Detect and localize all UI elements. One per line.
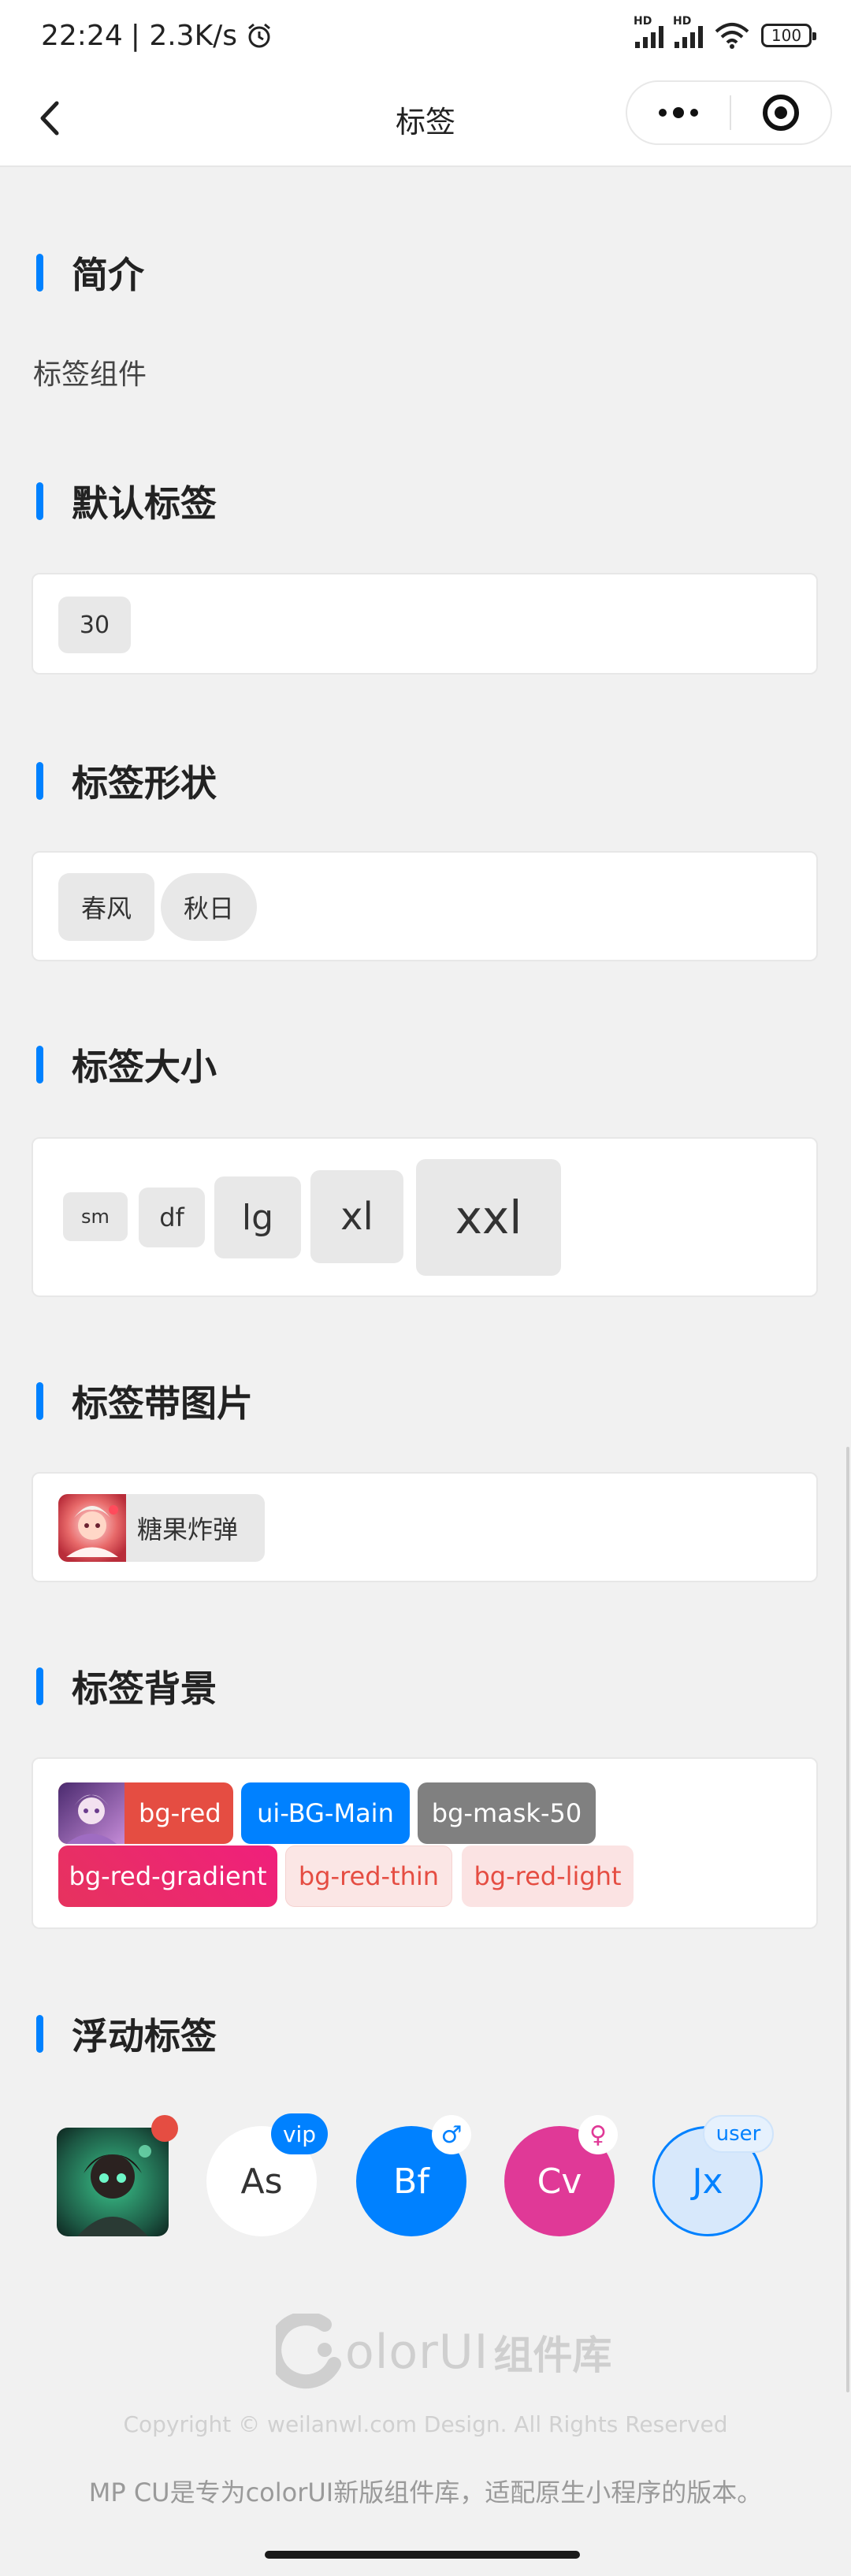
status-left: 22:24 | 2.3K/s bbox=[41, 20, 273, 52]
female-icon: ♀ bbox=[578, 2115, 618, 2154]
section-title-text: 标签带图片 bbox=[72, 1382, 253, 1425]
default-tag[interactable]: 30 bbox=[58, 597, 131, 653]
tag-bg-main[interactable]: ui-BG-Main bbox=[241, 1782, 410, 1844]
avatar-initials: Bf bbox=[393, 2161, 429, 2202]
nav-bar: 标签 bbox=[0, 71, 851, 167]
title-accent-bar bbox=[36, 762, 43, 800]
section-title-size: 标签大小 bbox=[36, 1041, 217, 1088]
section-title-float: 浮动标签 bbox=[36, 2010, 217, 2057]
battery-icon: 100 bbox=[761, 24, 816, 47]
section-title-text: 浮动标签 bbox=[72, 2015, 217, 2057]
alarm-icon bbox=[248, 23, 271, 48]
section-title-image: 标签带图片 bbox=[36, 1377, 253, 1425]
tag-size-df[interactable]: df bbox=[139, 1188, 205, 1247]
tag-size-xxl[interactable]: xxl bbox=[416, 1159, 561, 1276]
section-title-text: 简介 bbox=[72, 254, 144, 296]
wifi-icon bbox=[715, 23, 749, 49]
section-title-background: 标签背景 bbox=[36, 1663, 217, 1710]
title-accent-bar bbox=[36, 1667, 43, 1705]
logo-text-cn: 组件库 bbox=[493, 2333, 612, 2378]
logo-text: olorUI bbox=[345, 2325, 489, 2380]
avatar-initials: As bbox=[240, 2161, 283, 2202]
section-title-intro: 简介 bbox=[36, 249, 144, 296]
image-tag-label: 糖果炸弹 bbox=[137, 1515, 239, 1544]
background-tag-card: bg-red ui-BG-Main bg-mask-50 bg-red-grad… bbox=[32, 1757, 818, 1929]
intro-text: 标签组件 bbox=[33, 359, 147, 391]
section-title-shape: 标签形状 bbox=[36, 757, 217, 805]
status-time: 22:24 bbox=[41, 19, 123, 52]
colorui-logo: olorUI 组件库 bbox=[276, 2314, 611, 2391]
tag-bg-red-thin[interactable]: bg-red-thin bbox=[285, 1846, 452, 1907]
title-accent-bar bbox=[36, 254, 43, 292]
home-indicator[interactable] bbox=[265, 2551, 580, 2559]
status-bar: 22:24 | 2.3K/s HD HD 100 bbox=[0, 0, 851, 71]
tag-round[interactable]: 秋日 bbox=[161, 873, 257, 941]
target-icon bbox=[763, 95, 799, 131]
title-accent-bar bbox=[36, 482, 43, 520]
tag-label: bg-red bbox=[139, 1798, 221, 1828]
tag-avatar-image bbox=[58, 1782, 124, 1844]
signal-icon: HD bbox=[634, 15, 663, 48]
male-icon: ♂ bbox=[432, 2115, 471, 2154]
section-title-text: 默认标签 bbox=[72, 482, 217, 525]
tag-square[interactable]: 春风 bbox=[58, 873, 154, 941]
size-tag-card: sm df lg xl xxl bbox=[32, 1137, 818, 1297]
more-button[interactable] bbox=[627, 82, 730, 143]
section-title-text: 标签形状 bbox=[72, 762, 217, 805]
avatar-initials: Jx bbox=[692, 2161, 723, 2202]
tag-bg-red-gradient[interactable]: bg-red-gradient bbox=[58, 1846, 277, 1907]
section-title-text: 标签大小 bbox=[72, 1046, 217, 1088]
tag-size-xl[interactable]: xl bbox=[310, 1170, 403, 1263]
avatar-initials: Cv bbox=[537, 2161, 582, 2202]
section-title-text: 标签背景 bbox=[72, 1667, 217, 1710]
tag-size-lg[interactable]: lg bbox=[214, 1176, 301, 1258]
signal-icon-2: HD bbox=[673, 15, 703, 48]
shape-tag-card: 春风 秋日 bbox=[32, 851, 818, 961]
copyright-text: Copyright © weilanwl.com Design. All Rig… bbox=[123, 2411, 728, 2437]
image-tag-card: 糖果炸弹 bbox=[32, 1472, 818, 1582]
scrollbar[interactable] bbox=[846, 1447, 849, 2392]
battery-level: 100 bbox=[771, 26, 802, 45]
notification-dot bbox=[151, 2115, 178, 2142]
title-accent-bar bbox=[36, 1382, 43, 1420]
section-title-default: 默认标签 bbox=[36, 478, 217, 525]
status-right: HD HD 100 bbox=[634, 15, 816, 49]
default-tag-card: 30 bbox=[32, 573, 818, 675]
colorui-logo-mark bbox=[276, 2314, 341, 2389]
title-accent-bar bbox=[36, 2015, 43, 2053]
hd-label: HD bbox=[634, 15, 652, 28]
avatar-image-square[interactable] bbox=[57, 2128, 169, 2236]
more-dot-icon bbox=[690, 109, 698, 117]
vip-badge: vip bbox=[271, 2113, 328, 2154]
close-button[interactable] bbox=[731, 82, 831, 143]
title-accent-bar bbox=[36, 1046, 43, 1084]
more-dot-icon bbox=[659, 109, 667, 117]
tag-bg-red-light[interactable]: bg-red-light bbox=[462, 1846, 634, 1907]
tag-size-sm[interactable]: sm bbox=[63, 1192, 128, 1241]
user-badge: user bbox=[703, 2115, 774, 2153]
tag-avatar-image bbox=[58, 1494, 126, 1562]
more-dot-icon bbox=[673, 107, 684, 118]
mini-program-capsule bbox=[626, 80, 832, 145]
footer-note: MP CU是专为colorUI新版组件库，适配原生小程序的版本。 bbox=[88, 2477, 763, 2507]
hd-label-2: HD bbox=[673, 15, 692, 28]
network-speed: | 2.3K/s bbox=[130, 19, 238, 52]
tag-bg-mask[interactable]: bg-mask-50 bbox=[418, 1782, 596, 1844]
